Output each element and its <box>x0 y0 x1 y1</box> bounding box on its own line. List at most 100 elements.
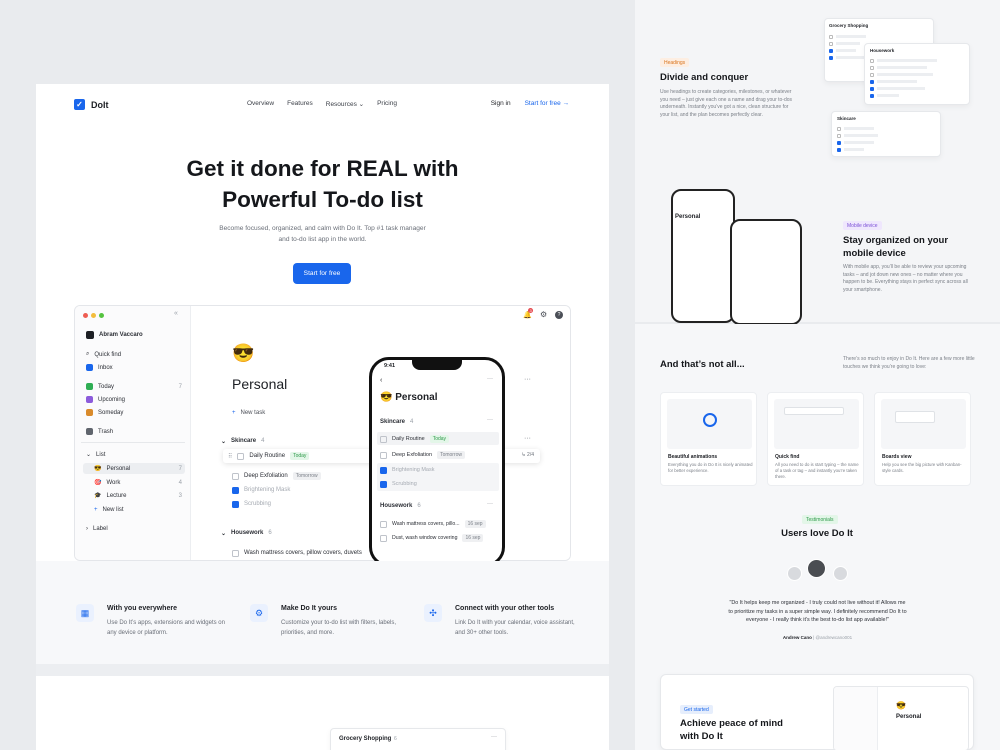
feature-card-title: Beautiful animations <box>668 454 718 460</box>
mini-line <box>877 87 925 90</box>
label-header[interactable]: › Label <box>83 523 185 534</box>
chevron-down-icon: ⌄ <box>221 438 227 445</box>
section-housework[interactable]: ⌄ Housework 6 <box>221 527 272 539</box>
task-checkbox-checked[interactable] <box>232 486 239 494</box>
task-checkbox-checked[interactable] <box>380 466 387 474</box>
user-row[interactable]: Abram Vaccaro <box>83 329 185 340</box>
feature-card-boards: Boards view Help you see the big picture… <box>874 392 971 486</box>
mini-task <box>870 92 966 99</box>
more-icon[interactable]: ··· <box>487 376 493 382</box>
grocery-card: Grocery Shopping 6 ··· <box>330 728 506 750</box>
task-row[interactable]: Brightening Mask <box>232 484 290 496</box>
section-name: Skincare <box>231 438 257 444</box>
new-task-button[interactable]: + New task <box>232 407 265 419</box>
mini-checkbox <box>829 48 833 53</box>
sidebar-item-label: Trash <box>98 428 114 435</box>
quote-line2: to prioritize my tasks in a super simple… <box>728 608 907 615</box>
headings-badge: Headings <box>660 58 690 67</box>
avatar-active[interactable] <box>807 559 826 578</box>
task-checkbox[interactable] <box>232 549 239 557</box>
task-row[interactable]: Deep Exfoliation Tomorrow <box>232 470 321 482</box>
phone-task-row[interactable]: Wash mattress covers, pillo... 16 sep <box>380 518 486 530</box>
mobile-title: Stay organized on your mobile device <box>843 234 948 260</box>
task-row[interactable]: Wash mattress covers, pillow covers, duv… <box>232 547 362 559</box>
sidebar-item-upcoming[interactable]: Upcoming <box>83 394 185 405</box>
phone-task-row[interactable]: Brightening Mask <box>380 464 435 476</box>
board-card-illustration <box>895 411 935 423</box>
task-checkbox[interactable] <box>380 534 387 542</box>
mini-checkbox <box>870 65 874 70</box>
task-checkbox-checked[interactable] <box>380 480 387 488</box>
task-checkbox[interactable] <box>380 520 387 528</box>
start-free-link[interactable]: Start for free → <box>525 100 569 107</box>
plus-icon: + <box>232 410 236 416</box>
section-count: 4 <box>261 438 265 444</box>
more-icon[interactable]: ··· <box>487 501 493 507</box>
brand[interactable]: ✓ DoIt <box>74 99 109 110</box>
sidebar-list-work[interactable]: 🎯 Work 4 <box>83 477 185 488</box>
sidebar-item-trash[interactable]: Trash <box>83 426 185 437</box>
task-checkbox[interactable] <box>237 452 245 460</box>
avatar <box>833 566 848 581</box>
mini-task <box>837 139 933 146</box>
feature-desc: Use Do It’s apps, extensions and widgets… <box>107 620 225 636</box>
task-label: Brightening Mask <box>392 467 435 473</box>
plus-icon: + <box>94 506 98 513</box>
hero-cta-button[interactable]: Start for free <box>293 263 351 284</box>
task-row[interactable]: Scrubbing <box>232 498 271 510</box>
phone-task-row[interactable]: Dust, wash window covering 16 sep <box>380 532 484 544</box>
maximize-dot[interactable] <box>99 313 104 318</box>
gear-icon[interactable]: ⚙ <box>540 310 547 319</box>
phone-section-housework[interactable]: Housework 6 <box>380 500 421 512</box>
nav-features[interactable]: Features <box>287 100 313 108</box>
phone-task-row[interactable]: Daily Routine Today <box>380 433 450 445</box>
sidebar-list-lecture[interactable]: 🎓 Lecture 3 <box>83 490 185 501</box>
collapse-sidebar-icon[interactable]: « <box>174 310 178 317</box>
sidebar-item-today[interactable]: Today 7 <box>83 381 185 392</box>
nav-overview[interactable]: Overview <box>247 100 274 108</box>
sidebar-item-inbox[interactable]: Inbox <box>83 362 185 373</box>
list-header[interactable]: ⌄ List <box>83 449 185 460</box>
gear-icon: ⚙ <box>250 604 268 622</box>
section-skincare[interactable]: ⌄ Skincare 4 <box>221 435 264 447</box>
features-band <box>36 561 609 664</box>
feature-title: With you everywhere <box>107 605 177 612</box>
back-icon[interactable]: ‹ <box>380 377 382 384</box>
nav-resources[interactable]: Resources ⌄ <box>326 100 364 108</box>
mini-line <box>877 66 927 69</box>
feature-card-desc: Everything you do in Do It is nicely ani… <box>668 462 753 473</box>
sidebar-item-quick-find[interactable]: ⌕ Quick find <box>83 349 185 360</box>
nav-actions: Sign in Start for free → <box>491 100 569 107</box>
quote-line3: everyone - I really think it’s the best … <box>746 617 889 623</box>
task-label: Scrubbing <box>392 481 417 487</box>
sidebar-new-list[interactable]: + New list <box>83 504 185 515</box>
task-checkbox-checked[interactable] <box>232 500 239 508</box>
feature-desc: Link Do It with your calendar, voice ass… <box>455 620 575 636</box>
phone-task-row[interactable]: Deep Exfoliation Tomorrow <box>380 449 466 461</box>
more-icon[interactable]: ··· <box>524 376 531 383</box>
task-label: Wash mattress covers, pillo... <box>392 521 460 527</box>
minimize-dot[interactable] <box>91 313 96 318</box>
window-controls <box>83 313 104 318</box>
task-tag: Tomorrow <box>437 451 466 459</box>
task-checkbox[interactable] <box>380 451 387 459</box>
phone-task-row[interactable]: Scrubbing <box>380 478 417 490</box>
help-icon[interactable]: ? <box>555 311 563 319</box>
sidebar-item-label: Lecture <box>106 492 127 499</box>
mini-card-title: Housework <box>870 48 895 53</box>
close-dot[interactable] <box>83 313 88 318</box>
drag-handle-icon[interactable]: ⠿ <box>228 453 232 460</box>
more-icon[interactable]: ··· <box>491 734 497 740</box>
phone-section-skincare[interactable]: Skincare 4 <box>380 416 413 428</box>
brand-name: DoIt <box>91 99 109 110</box>
task-checkbox[interactable] <box>232 472 239 480</box>
sidebar-list-personal[interactable]: 😎 Personal 7 <box>83 463 185 474</box>
task-checkbox[interactable] <box>380 435 387 443</box>
task-label: Daily Routine <box>249 453 286 459</box>
nav-pricing[interactable]: Pricing <box>377 100 397 108</box>
mini-task <box>870 71 966 78</box>
more-icon[interactable]: ··· <box>487 417 493 423</box>
more-icon[interactable]: ··· <box>524 435 531 442</box>
sidebar-item-someday[interactable]: Someday <box>83 407 185 418</box>
sign-in-link[interactable]: Sign in <box>491 100 511 107</box>
